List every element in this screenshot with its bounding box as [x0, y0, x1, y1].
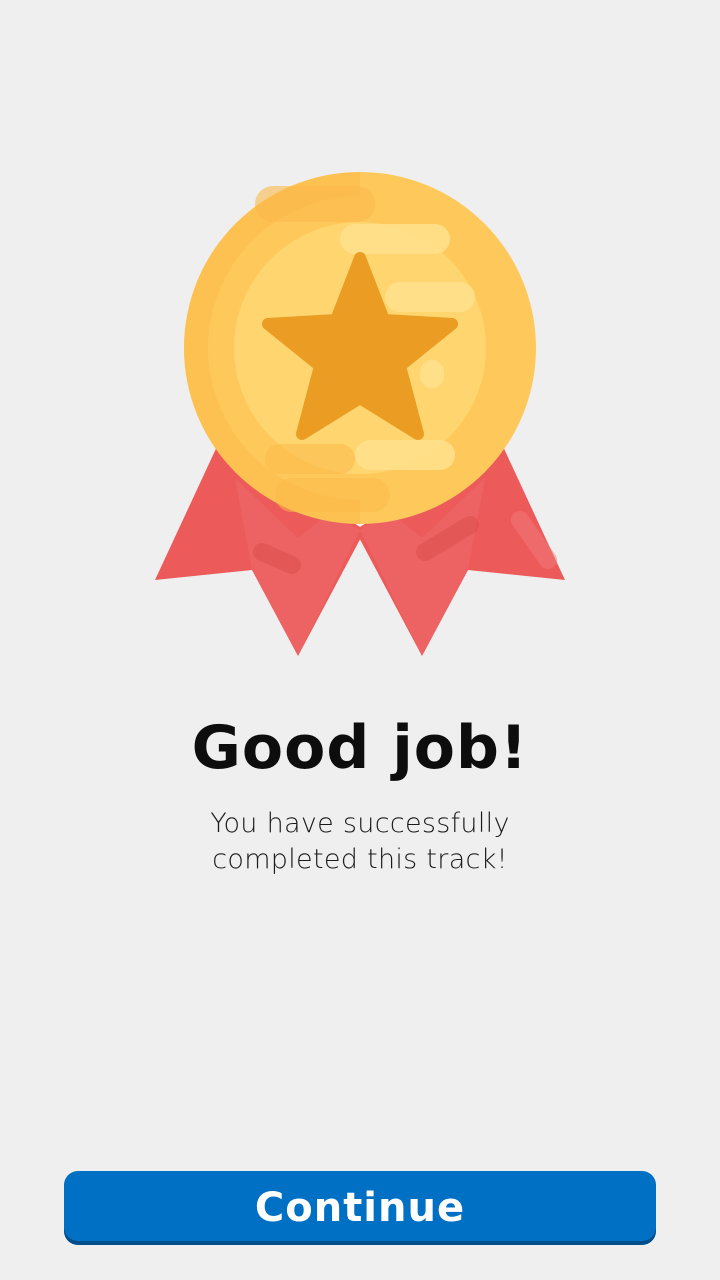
- completion-message-line-1: You have successfully: [210, 808, 510, 839]
- page-title: Good job!: [191, 713, 529, 783]
- completion-message-line-2: completed this track!: [212, 844, 508, 875]
- continue-button[interactable]: Continue: [64, 1171, 656, 1245]
- medal-icon: [155, 172, 565, 656]
- completion-message: You have successfully completed this tra…: [180, 806, 540, 878]
- track-complete-screen: Good job! You have successfully complete…: [0, 0, 720, 1280]
